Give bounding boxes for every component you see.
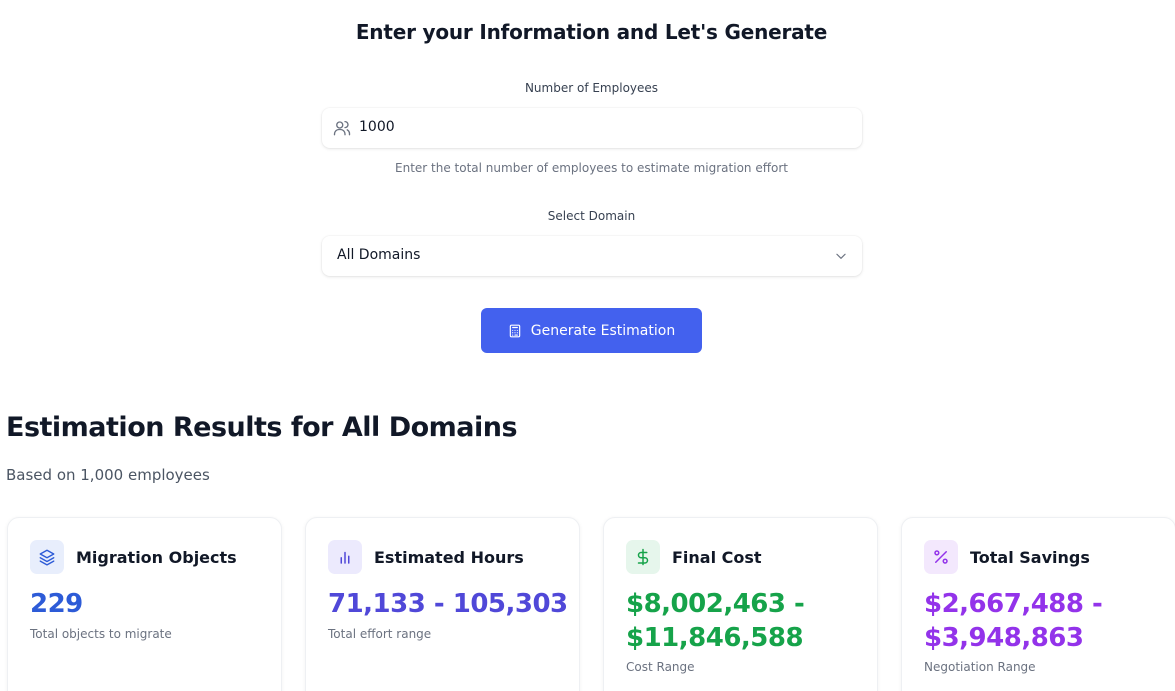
form-title: Enter your Information and Let's Generat… <box>355 20 828 44</box>
estimated-hours-card: Estimated Hours 71,133 - 105,303 Total e… <box>305 517 580 691</box>
employees-helper-text: Enter the total number of employees to e… <box>395 161 788 175</box>
generate-estimation-button[interactable]: Generate Estimation <box>481 308 702 353</box>
card-value: 71,133 - 105,303 <box>328 589 568 619</box>
layers-icon <box>39 549 55 566</box>
results-subtitle: Based on 1,000 employees <box>6 466 210 484</box>
users-icon <box>333 120 351 136</box>
card-value: $2,667,488 - $3,948,863 <box>924 589 1103 653</box>
dollar-icon <box>637 548 649 566</box>
total-savings-card: Total Savings $2,667,488 - $3,948,863 Ne… <box>901 517 1175 691</box>
card-note: Negotiation Range <box>924 660 1036 674</box>
employees-value: 1000 <box>359 119 395 135</box>
migration-objects-card: Migration Objects 229 Total objects to m… <box>7 517 282 691</box>
final-cost-card: Final Cost $8,002,463 - $11,846,588 Cost… <box>603 517 878 691</box>
results-title: Estimation Results for All Domains <box>6 412 518 443</box>
bar-chart-icon <box>340 551 350 564</box>
card-note: Total objects to migrate <box>30 627 172 641</box>
calculator-icon <box>509 324 521 337</box>
card-value: $8,002,463 - $11,846,588 <box>626 589 805 653</box>
generate-button-label: Generate Estimation <box>530 322 676 339</box>
card-value: 229 <box>30 589 83 619</box>
card-title: Total Savings <box>970 548 1090 567</box>
card-title: Final Cost <box>672 548 762 567</box>
employees-input[interactable]: 1000 <box>322 108 862 148</box>
card-note: Total effort range <box>328 627 432 641</box>
chevron-down-icon <box>836 253 846 259</box>
domain-select[interactable]: All Domains <box>322 236 862 276</box>
domain-value: All Domains <box>337 247 421 263</box>
percent-icon <box>934 550 948 564</box>
card-title: Estimated Hours <box>374 548 524 567</box>
card-title: Migration Objects <box>76 548 237 567</box>
card-icon-wrap <box>626 540 660 574</box>
card-icon-wrap <box>30 540 64 574</box>
employees-label: Number of Employees <box>524 81 659 95</box>
estimation-page: Enter your Information and Let's Generat… <box>0 0 1175 691</box>
card-icon-wrap <box>924 540 958 574</box>
card-note: Cost Range <box>626 660 695 674</box>
domain-label: Select Domain <box>547 209 636 223</box>
card-icon-wrap <box>328 540 362 574</box>
